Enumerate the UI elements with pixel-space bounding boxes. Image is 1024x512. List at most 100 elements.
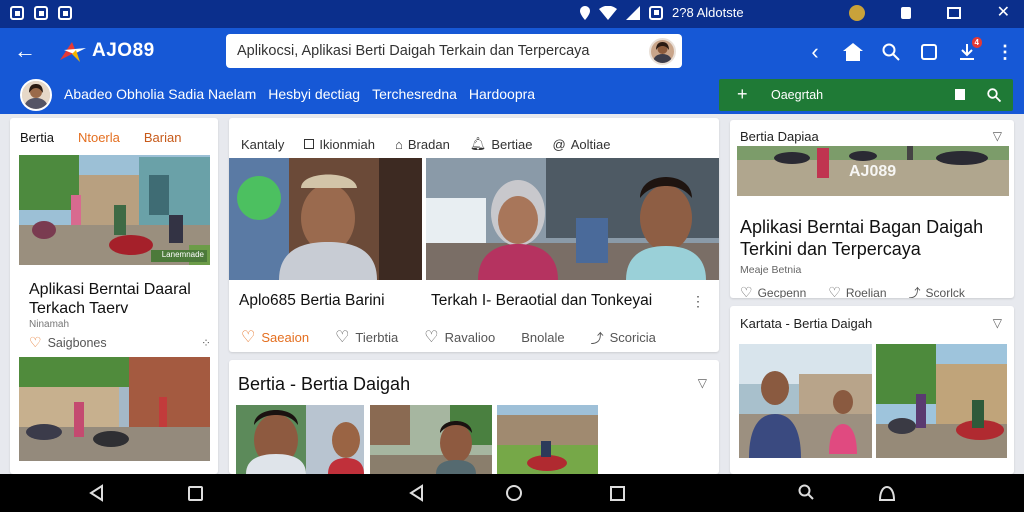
street-photo-2[interactable]: [19, 357, 210, 461]
action-label: Scoricia: [609, 329, 656, 345]
notification-icon: [58, 6, 72, 20]
tab-barian[interactable]: Barian: [144, 130, 182, 156]
tab-label: Ikionmiah: [319, 136, 376, 152]
bookmark-icon[interactable]: [955, 89, 965, 100]
assistant-icon[interactable]: [878, 484, 896, 502]
right-news-card: Bertia Dapiaa ▽ AJ089 Aplikasi Berntai B…: [730, 120, 1014, 298]
boy-photo[interactable]: [236, 405, 364, 474]
location-icon: [580, 5, 590, 20]
card-header: Bertia Dapiaa: [740, 129, 819, 144]
back-icon[interactable]: [88, 484, 104, 502]
grid-icon[interactable]: ⁘: [201, 336, 211, 350]
action-label[interactable]: Saigbones: [48, 336, 107, 350]
photo-caption: Lanemnade: [161, 250, 204, 259]
right-section-card: Kartata - Bertia Daigah ▽: [730, 306, 1014, 474]
search-input[interactable]: Aplikocsi, Aplikasi Berti Daigah Terkain…: [226, 34, 682, 68]
tab-bradan[interactable]: ⌂ Bradan: [395, 137, 450, 152]
square-icon[interactable]: [188, 486, 203, 501]
boy-village-photo[interactable]: [739, 344, 872, 458]
add-icon[interactable]: +: [737, 84, 748, 105]
like-action[interactable]: ♡ Gecpenn: [740, 284, 806, 298]
tab-kantaly[interactable]: Kantaly: [241, 137, 284, 152]
article-source: Ninamah: [29, 319, 70, 330]
article-title[interactable]: Aplikasi Berntai Daaral Terkach Taerv: [29, 280, 214, 318]
like-action[interactable]: ♡ Saeaion: [241, 327, 309, 347]
home-icon[interactable]: [834, 28, 872, 76]
green-search-label: Oaegrtah: [771, 88, 824, 102]
app-logo-text: AJO89: [92, 40, 155, 61]
middle-news-card: Kantaly Ikionmiah ⌂ Bradan 🔔︎ Bertiae @ Aol…: [229, 118, 719, 352]
chevron-left-icon[interactable]: ‹: [796, 28, 834, 76]
village-motorcycle-photo[interactable]: [876, 344, 1007, 458]
action-label: Roelian: [845, 285, 887, 299]
download-icon[interactable]: 4: [948, 28, 986, 76]
like-action[interactable]: ♡ Tierbtia: [335, 327, 398, 347]
more-vert-icon[interactable]: ⋮: [691, 293, 705, 310]
app-logo[interactable]: AJO89: [58, 38, 155, 64]
tab-label: Bradan: [407, 136, 450, 152]
tab-label: Bertiae: [491, 136, 533, 152]
back-icon[interactable]: [408, 484, 424, 502]
street-photo[interactable]: Lanemnade: [19, 155, 210, 265]
notification-badge: 4: [971, 37, 982, 48]
home-circle-icon[interactable]: [506, 485, 522, 501]
face-icon: [848, 5, 865, 21]
like-action[interactable]: ♡ Roelian: [828, 284, 886, 298]
more-vert-icon[interactable]: ⋮: [986, 28, 1024, 76]
tab-bertia[interactable]: Bertia: [20, 130, 54, 156]
subnav-item[interactable]: Abadeo Obholia Sadia Naelam: [64, 86, 256, 102]
notification-icon: [10, 6, 24, 20]
motorcycle-photo[interactable]: [497, 405, 598, 474]
card-header: Kartata - Bertia Daigah: [740, 316, 873, 331]
tab-aoltiae[interactable]: @ Aoltiae: [553, 137, 611, 152]
heart-icon: ♡: [335, 329, 350, 346]
user-avatar[interactable]: [649, 38, 676, 65]
sub-bar: Abadeo Obholia Sadia Naelam Hesbyi decti…: [0, 76, 1024, 114]
heart-icon: ♡: [828, 284, 841, 298]
article-title[interactable]: Aplikasi Berntai Bagan Daigah Terkini da…: [740, 216, 1000, 260]
share-action[interactable]: ⤴ Scoricia: [591, 327, 656, 347]
chevron-down-icon[interactable]: ▽: [993, 129, 1002, 143]
search-text: Aplikocsi, Aplikasi Berti Daigah Terkain…: [237, 43, 590, 59]
search-icon[interactable]: [872, 28, 910, 76]
boy-street-photo[interactable]: [370, 405, 492, 474]
heart-icon: ♡: [424, 329, 439, 346]
girl-portrait-photo[interactable]: [426, 158, 719, 280]
heart-icon[interactable]: ♡: [29, 334, 42, 351]
subnav-item[interactable]: Terchesredna: [372, 86, 457, 102]
notification-icon: [34, 6, 48, 20]
search-icon[interactable]: [798, 484, 814, 500]
square-icon[interactable]: [946, 7, 961, 19]
recents-icon[interactable]: [610, 486, 625, 501]
system-nav-bar: [0, 474, 1024, 512]
comment-action[interactable]: Bnolale: [521, 327, 564, 347]
tab-ntoerla[interactable]: Ntoerla: [78, 130, 120, 156]
photo-icon: [649, 5, 663, 20]
like-action[interactable]: ♡ Ravalioo: [424, 327, 495, 347]
share-icon: ⤴: [908, 286, 921, 298]
green-search-bar[interactable]: + Oaegrtah: [719, 79, 1013, 111]
article-title[interactable]: Aplo685 Bertia Barini: [239, 292, 385, 310]
add-box-icon[interactable]: [910, 28, 948, 76]
action-label: Scorlck: [925, 285, 965, 299]
app-bar: ← AJO89 Aplikocsi, Aplikasi Berti Daigah…: [0, 28, 1024, 76]
at-icon: @: [552, 136, 566, 152]
search-icon[interactable]: [987, 88, 1001, 102]
back-arrow-icon[interactable]: ←: [14, 38, 36, 64]
boy-portrait-photo[interactable]: [229, 158, 422, 280]
motorcycle-street-photo[interactable]: AJ089: [737, 146, 1009, 196]
tab-ikionmiah[interactable]: Ikionmiah: [304, 137, 375, 152]
subnav-item[interactable]: Hardoopra: [469, 86, 535, 102]
profile-avatar[interactable]: [20, 79, 52, 111]
left-news-card: Bertia Ntoerla Barian Lanemnade Aplikasi…: [10, 118, 218, 474]
tab-bertiae[interactable]: 🔔︎ Bertiae: [470, 136, 533, 152]
subnav-item[interactable]: Hesbyi dectiag: [268, 86, 360, 102]
heart-icon: ♡: [241, 329, 256, 346]
heart-icon: ♡: [740, 284, 753, 298]
chevron-down-icon[interactable]: ▽: [698, 376, 707, 390]
share-action[interactable]: ⤴ Scorlck: [908, 284, 965, 299]
article-title[interactable]: Terkah I- Beraotial dan Tonkeyai: [431, 292, 652, 310]
close-icon[interactable]: ✕: [997, 5, 1010, 21]
chevron-down-icon[interactable]: ▽: [993, 316, 1002, 330]
bell-icon: 🔔︎: [469, 136, 487, 151]
